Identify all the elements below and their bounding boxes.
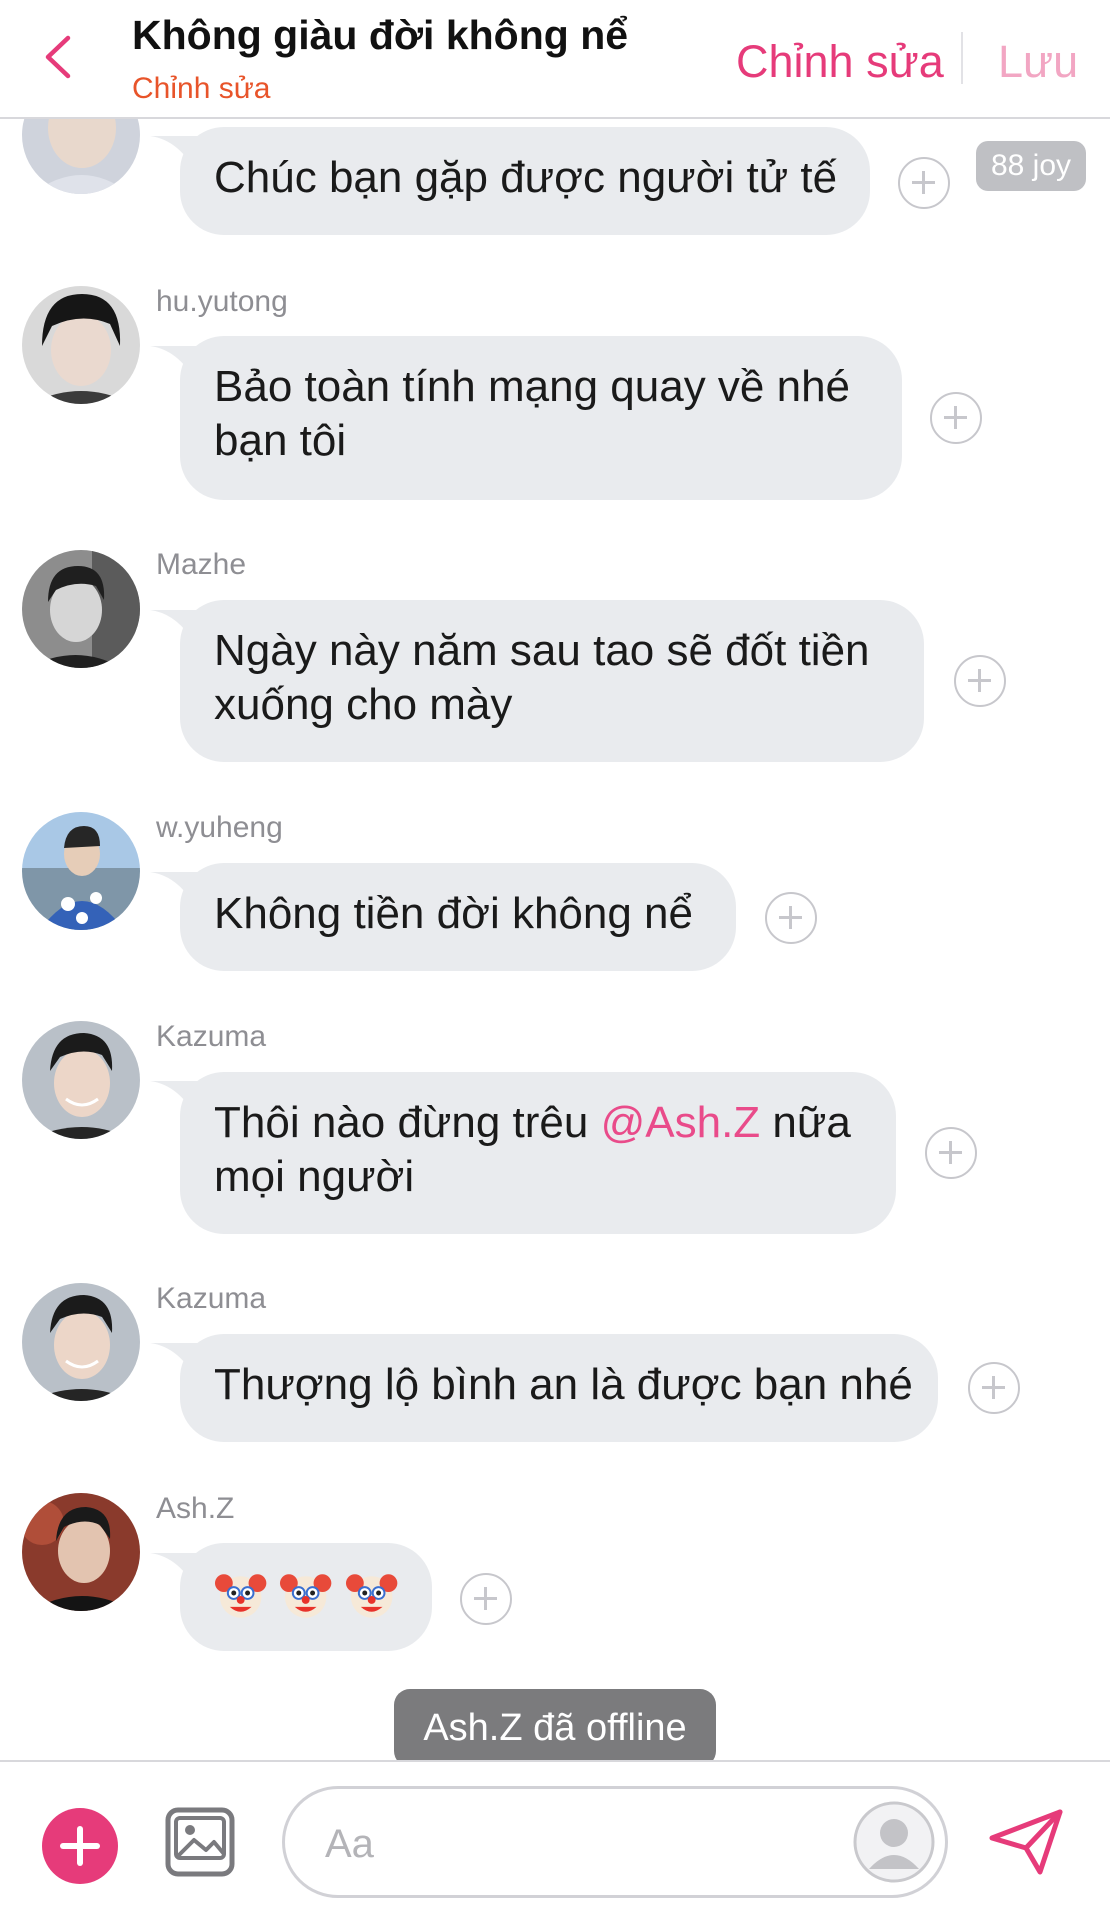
message-text: Chúc bạn gặp được người tử tế — [214, 153, 838, 202]
message-bubble[interactable]: Bảo toàn tính mạng quay về nhé bạn tôi — [180, 336, 902, 500]
clown-face-icon — [345, 1574, 397, 1618]
sender-name: Kazuma — [156, 1282, 267, 1315]
avatar[interactable] — [22, 1283, 140, 1401]
mention-link[interactable]: @Ash.Z — [601, 1098, 761, 1147]
message-text: bạn tôi — [214, 416, 347, 465]
message-bubble[interactable] — [180, 1543, 432, 1651]
message-text: Thôi nào đừng trêu — [214, 1098, 601, 1147]
message-text: Thượng lộ bình an là được bạn nhé — [214, 1360, 913, 1409]
message-bubble[interactable]: Ngày này năm sau tao sẽ đốt tiền xuống c… — [180, 600, 924, 762]
chevron-left-icon[interactable] — [40, 32, 76, 82]
image-icon[interactable] — [164, 1806, 236, 1878]
sender-name: Kazuma — [156, 1020, 267, 1053]
message-text: Ngày này năm sau tao sẽ đốt tiền — [214, 626, 870, 675]
message-text: nữa — [760, 1098, 851, 1147]
plus-icon[interactable] — [42, 1808, 118, 1884]
send-icon[interactable] — [988, 1808, 1064, 1876]
user-icon[interactable] — [853, 1801, 935, 1883]
message-text: xuống cho mày — [214, 680, 513, 729]
plus-circle-icon[interactable] — [765, 892, 817, 944]
plus-circle-icon[interactable] — [954, 655, 1006, 707]
message-bubble[interactable]: Không tiền đời không nể — [180, 863, 736, 971]
message-input-wrapper[interactable] — [282, 1786, 948, 1898]
message-text: Bảo toàn tính mạng quay về nhé — [214, 362, 851, 411]
header-divider — [961, 32, 963, 84]
plus-circle-icon[interactable] — [898, 157, 950, 209]
plus-circle-icon[interactable] — [460, 1573, 512, 1625]
plus-circle-icon[interactable] — [968, 1362, 1020, 1414]
clown-face-icon — [280, 1574, 332, 1618]
plus-circle-icon[interactable] — [930, 392, 982, 444]
save-button[interactable]: Lưu — [998, 36, 1078, 88]
message-bubble[interactable]: Thôi nào đừng trêu @Ash.Z nữa mọi người — [180, 1072, 896, 1234]
avatar[interactable] — [22, 550, 140, 668]
reaction-badge: 88 joy — [976, 141, 1086, 191]
chat-subtitle[interactable]: Chỉnh sửa — [132, 72, 271, 106]
avatar[interactable] — [22, 1493, 140, 1611]
avatar[interactable] — [22, 286, 140, 404]
avatar[interactable] — [22, 1021, 140, 1139]
message-input[interactable] — [323, 1813, 807, 1875]
chat-header: Không giàu đời không nể Chỉnh sửa Chỉnh … — [0, 0, 1110, 119]
sender-name: hu.yutong — [156, 285, 288, 318]
sender-name: w.yuheng — [156, 811, 283, 844]
clown-face-icon — [214, 1574, 267, 1618]
chat-title: Không giàu đời không nể — [132, 12, 629, 58]
message-bubble[interactable]: Chúc bạn gặp được người tử tế — [180, 127, 870, 235]
message-text: Không tiền đời không nể — [214, 889, 693, 938]
sender-name: Mazhe — [156, 548, 247, 581]
plus-circle-icon[interactable] — [925, 1127, 977, 1179]
message-bubble[interactable]: Thượng lộ bình an là được bạn nhé — [180, 1334, 938, 1442]
edit-button[interactable]: Chỉnh sửa — [736, 36, 944, 88]
composer-bar — [0, 1760, 1110, 1922]
message-text: mọi người — [214, 1152, 415, 1201]
status-toast: Ash.Z đã offline — [394, 1689, 716, 1767]
emoji-row — [214, 1567, 398, 1621]
sender-name: Ash.Z — [156, 1492, 235, 1525]
avatar[interactable] — [22, 812, 140, 930]
